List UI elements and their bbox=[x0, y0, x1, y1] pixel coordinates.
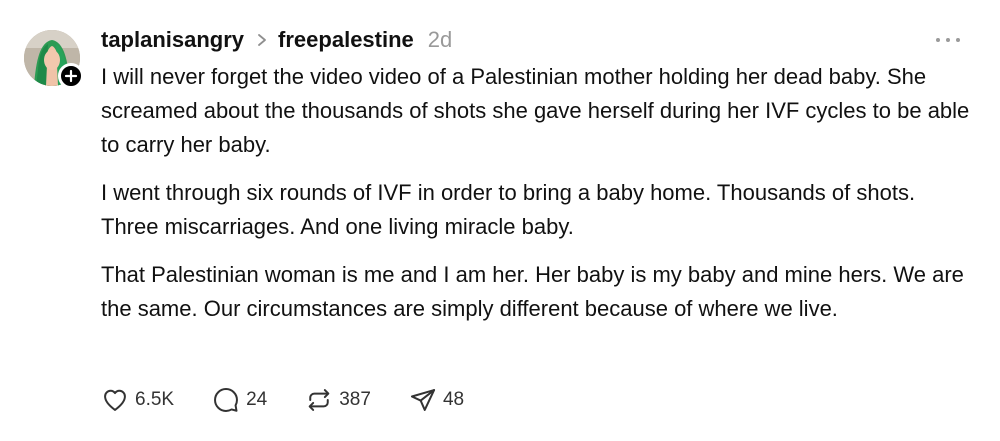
more-options-button[interactable] bbox=[936, 30, 960, 50]
post-timestamp: 2d bbox=[427, 27, 453, 52]
post-paragraph: That Palestinian woman is me and I am he… bbox=[101, 262, 964, 321]
chevron-right-icon bbox=[256, 32, 268, 48]
comment-button[interactable]: 24 bbox=[212, 386, 267, 414]
repost-icon bbox=[308, 389, 330, 411]
share-button[interactable]: 48 bbox=[409, 386, 464, 414]
community-link[interactable]: freepalestine bbox=[278, 27, 414, 53]
more-horizontal-icon-dot bbox=[946, 38, 950, 42]
post-body: I will never forget the video video of a… bbox=[101, 60, 971, 340]
post-paragraph: I will never forget the video video of a… bbox=[101, 64, 970, 157]
send-icon bbox=[410, 389, 436, 411]
post-paragraph: I went through six rounds of IVF in orde… bbox=[101, 180, 916, 239]
more-horizontal-icon-dot bbox=[956, 38, 960, 42]
comment-count: 24 bbox=[246, 389, 268, 410]
comment-icon bbox=[214, 388, 239, 412]
like-button[interactable]: 6.5K bbox=[101, 386, 174, 414]
repost-count: 387 bbox=[339, 389, 371, 410]
post-actions: 6.5K 24 387 48 bbox=[101, 383, 502, 417]
share-count: 48 bbox=[442, 389, 465, 410]
like-count: 6.5K bbox=[135, 389, 175, 410]
avatar-container[interactable] bbox=[24, 30, 84, 90]
follow-button[interactable] bbox=[58, 63, 84, 89]
post-header: taplanisangry freepalestine 2d bbox=[101, 24, 452, 56]
more-horizontal-icon-dot bbox=[936, 38, 940, 42]
username-link[interactable]: taplanisangry bbox=[101, 27, 244, 53]
heart-icon bbox=[104, 389, 126, 411]
repost-button[interactable]: 387 bbox=[305, 386, 371, 414]
plus-icon bbox=[64, 69, 78, 83]
